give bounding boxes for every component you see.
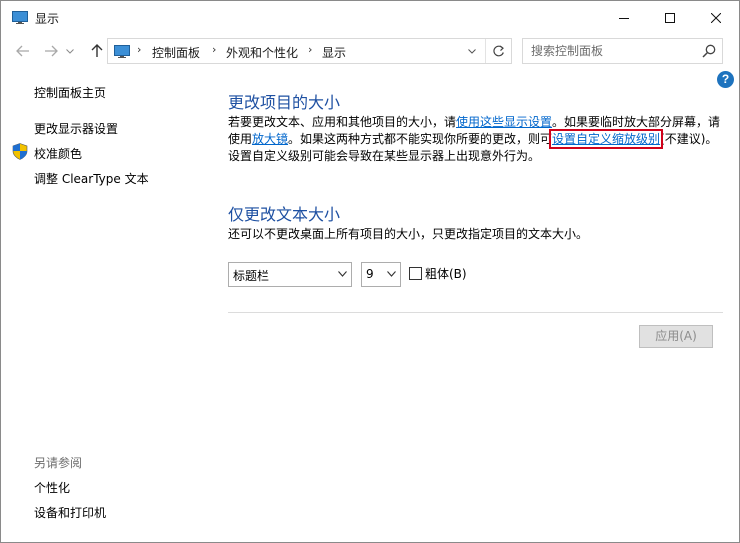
address-bar[interactable]: › 控制面板 › 外观和个性化 › 显示 — [107, 38, 512, 64]
paragraph-line: 使用放大镜。如果这两种方式都不能实现你所要的更改，则可设置自定义缩放级别(不建议… — [228, 129, 723, 149]
display-window: 显示 › 控制面板 › 外观和个性化 › 显示 搜索控制面板 ? 控制面板主页 … — [0, 0, 740, 543]
font-size-select[interactable]: 9 — [361, 262, 401, 287]
arrow-right-icon — [45, 45, 58, 57]
monitor-icon — [12, 11, 28, 24]
sidebar-control-panel-home[interactable]: 控制面板主页 — [34, 84, 106, 101]
section-title-text-size: 仅更改文本大小 — [228, 205, 341, 224]
paragraph-line: 若要更改文本、应用和其他项目的大小，请使用这些显示设置。如果要临时放大部分屏幕，… — [228, 114, 723, 131]
breadcrumb-separator-icon: › — [137, 43, 142, 56]
chevron-down-icon — [387, 271, 396, 277]
sidebar-devices-printers[interactable]: 设备和打印机 — [34, 504, 106, 521]
search-box — [522, 38, 723, 64]
section-title-change-size: 更改项目的大小 — [228, 93, 341, 112]
display-settings-link[interactable]: 使用这些显示设置 — [456, 115, 552, 129]
close-icon — [711, 12, 721, 23]
window-title: 显示 — [35, 12, 60, 26]
chevron-down-icon — [338, 271, 347, 277]
arrow-left-icon — [16, 45, 29, 57]
section-description-text-size: 还可以不更改桌面上所有项目的大小，只更改指定项目的文本大小。 — [228, 227, 589, 241]
text-segment: 若要更改文本、应用和其他项目的大小，请 — [228, 115, 457, 129]
shield-icon — [12, 143, 28, 160]
divider — [228, 312, 723, 313]
text-segment: (不建议)。 — [660, 132, 718, 146]
section-description-change-size: 若要更改文本、应用和其他项目的大小，请使用这些显示设置。如果要临时放大部分屏幕，… — [228, 114, 723, 165]
refresh-icon — [493, 45, 504, 56]
custom-scaling-link[interactable]: 设置自定义缩放级别 — [549, 129, 664, 149]
search-input[interactable] — [523, 39, 693, 63]
chevron-down-icon — [66, 48, 74, 54]
recent-locations-button[interactable] — [63, 41, 77, 61]
text-segment: 。如果要临时放大部分屏幕，请 — [552, 115, 721, 129]
refresh-button[interactable] — [485, 39, 511, 63]
breadcrumb-separator-icon: › — [308, 43, 313, 56]
title-bar: 显示 — [1, 1, 739, 34]
up-button[interactable] — [87, 41, 107, 61]
breadcrumb-control-panel[interactable]: 控制面板 — [152, 44, 200, 61]
back-button[interactable] — [13, 41, 33, 61]
forward-button[interactable] — [41, 41, 61, 61]
address-history-dropdown[interactable] — [462, 39, 482, 63]
magnifier-link[interactable]: 放大镜 — [252, 132, 288, 146]
item-select-value: 标题栏 — [233, 269, 270, 283]
chevron-down-icon — [468, 48, 476, 54]
minimize-button[interactable] — [601, 1, 647, 34]
question-icon: ? — [721, 72, 730, 86]
text-segment: 使用 — [228, 132, 253, 146]
monitor-icon — [114, 45, 130, 58]
maximize-icon — [665, 12, 675, 23]
sidebar-personalization[interactable]: 个性化 — [34, 479, 70, 496]
breadcrumb-display[interactable]: 显示 — [322, 44, 346, 61]
text-segment: 。如果这两种方式都不能实现你所要的更改，则可 — [288, 132, 553, 146]
sidebar-calibrate-color[interactable]: 校准颜色 — [34, 145, 82, 162]
arrow-up-icon — [91, 44, 103, 57]
navigation-bar: › 控制面板 › 外观和个性化 › 显示 — [1, 34, 739, 68]
breadcrumb-appearance[interactable]: 外观和个性化 — [226, 44, 298, 61]
help-button[interactable]: ? — [717, 71, 734, 88]
bold-checkbox-label[interactable]: 粗体(B) — [425, 265, 467, 282]
apply-button[interactable]: 应用(A) — [639, 325, 713, 348]
search-icon[interactable] — [701, 43, 717, 59]
close-button[interactable] — [693, 1, 739, 34]
bold-checkbox[interactable] — [409, 267, 422, 280]
see-also-heading: 另请参阅 — [34, 456, 83, 470]
maximize-button[interactable] — [647, 1, 693, 34]
sidebar-change-display-settings[interactable]: 更改显示器设置 — [34, 120, 118, 137]
breadcrumb-separator-icon: › — [212, 43, 217, 56]
minimize-icon — [619, 17, 629, 19]
font-size-value: 9 — [366, 267, 374, 281]
sidebar-adjust-cleartype[interactable]: 调整 ClearType 文本 — [34, 170, 149, 187]
item-select[interactable]: 标题栏 — [228, 262, 352, 287]
paragraph-line: 设置自定义级别可能会导致在某些显示器上出现意外行为。 — [228, 149, 541, 163]
